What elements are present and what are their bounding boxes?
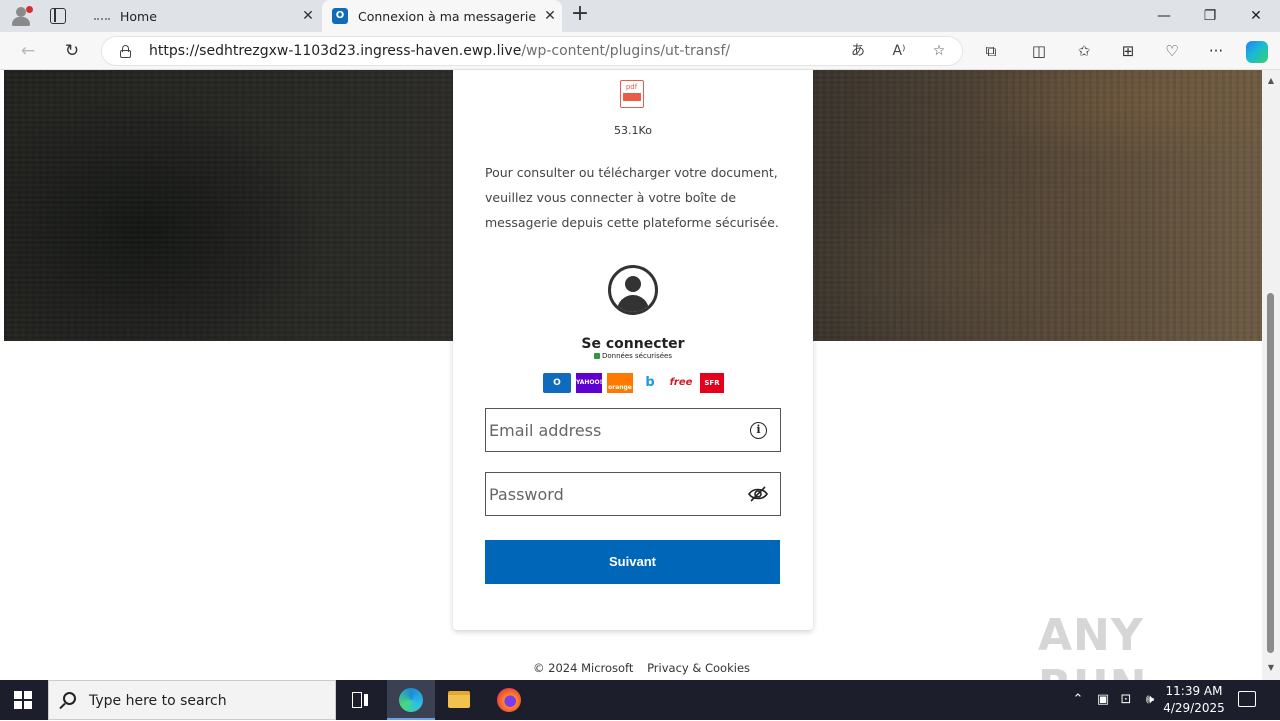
heart-pulse-icon[interactable]: ♡ bbox=[1160, 40, 1184, 62]
eye-slash-icon[interactable] bbox=[748, 486, 768, 502]
windows-taskbar: Type here to search ⌃ ▣ ⊡ 🕪 11:39 AM 4/2… bbox=[0, 680, 1280, 720]
refresh-icon[interactable]: ↻ bbox=[58, 39, 86, 63]
firefox-icon[interactable] bbox=[485, 680, 533, 720]
copilot-icon[interactable] bbox=[1246, 41, 1268, 63]
info-icon[interactable]: i bbox=[750, 422, 767, 439]
pdf-file-icon[interactable]: pdf bbox=[620, 80, 644, 108]
copyright-text: © 2024 Microsoft bbox=[533, 661, 634, 675]
translate-icon[interactable]: あ bbox=[847, 41, 869, 61]
notification-icon[interactable] bbox=[1238, 691, 1256, 707]
sfr-logo-icon: SFR bbox=[700, 373, 724, 393]
orange-logo-icon: orange bbox=[607, 373, 633, 393]
split-screen-icon[interactable]: ◫ bbox=[1027, 40, 1051, 62]
new-tab-icon[interactable]: + bbox=[569, 3, 591, 26]
ellipsis-icon[interactable]: ··· bbox=[1204, 40, 1228, 62]
scroll-up-icon[interactable]: ▲ bbox=[1266, 76, 1276, 85]
collections-icon[interactable]: ⊞ bbox=[1116, 40, 1140, 62]
edge-taskbar-icon[interactable] bbox=[387, 680, 435, 720]
windows-start-icon[interactable] bbox=[14, 691, 32, 709]
browser-tab-bar: Home ✕ O Connexion à ma messagerie - Ur … bbox=[0, 0, 1280, 32]
login-card: pdf 53.1Ko Pour consulter ou télécharger… bbox=[453, 70, 813, 630]
tray-device-icon[interactable]: ▣ bbox=[1093, 680, 1113, 720]
read-aloud-icon[interactable]: A⁾ bbox=[888, 41, 910, 61]
free-logo-icon: free bbox=[667, 373, 695, 393]
tab-home[interactable]: Home ✕ bbox=[84, 0, 320, 32]
tab-actions-icon[interactable] bbox=[50, 8, 66, 24]
privacy-link[interactable]: Privacy & Cookies bbox=[647, 661, 750, 675]
clock-date: 4/29/2025 bbox=[1163, 701, 1225, 715]
bouygues-logo-icon: b bbox=[638, 373, 662, 393]
user-avatar-icon bbox=[608, 265, 658, 315]
next-button[interactable]: Suivant bbox=[485, 540, 780, 584]
volume-icon[interactable]: 🕪 bbox=[1140, 680, 1160, 720]
task-view-icon[interactable] bbox=[336, 680, 384, 720]
url-path: /wp-content/plugins/ut-transf/ bbox=[521, 43, 731, 59]
outlook-logo-icon: O bbox=[543, 373, 571, 393]
email-field[interactable]: i bbox=[485, 408, 781, 452]
home-favicon-icon bbox=[94, 12, 110, 20]
signin-title: Se connecter bbox=[581, 336, 685, 352]
url-text[interactable]: https://sedhtrezgxw-1103d23.ingress-have… bbox=[149, 37, 730, 65]
secure-data-label: Données sécurisées bbox=[453, 352, 813, 360]
restore-icon[interactable]: ❐ bbox=[1187, 0, 1233, 32]
page-footer: © 2024 Microsoft Privacy & Cookies bbox=[533, 661, 760, 675]
address-bar[interactable]: https://sedhtrezgxw-1103d23.ingress-have… bbox=[101, 36, 963, 66]
tab-close-icon[interactable]: ✕ bbox=[296, 8, 320, 24]
pdf-label: pdf bbox=[625, 83, 638, 91]
puzzle-icon[interactable]: ⧉ bbox=[979, 40, 1003, 62]
tray-chevron-icon[interactable]: ⌃ bbox=[1068, 680, 1088, 720]
tab-connexion-label: Connexion à ma messagerie - Ur bbox=[358, 8, 538, 24]
favorites-icon[interactable]: ✩ bbox=[1072, 40, 1096, 62]
secure-data-text: Données sécurisées bbox=[602, 352, 672, 360]
password-field[interactable] bbox=[485, 472, 781, 516]
taskbar-search-placeholder: Type here to search bbox=[89, 693, 227, 709]
password-input[interactable] bbox=[489, 473, 739, 515]
star-icon[interactable]: ☆ bbox=[928, 41, 950, 61]
url-host: https://sedhtrezgxw-1103d23.ingress-have… bbox=[149, 43, 522, 59]
yahoo-logo-icon: YAHOO! bbox=[576, 373, 602, 393]
close-window-icon[interactable]: ✕ bbox=[1233, 0, 1279, 32]
mail-provider-logos: O YAHOO! orange b free SFR bbox=[543, 373, 725, 393]
profile-avatar-icon[interactable] bbox=[8, 4, 34, 28]
file-size: 53.1Ko bbox=[614, 124, 652, 137]
tab-close-icon[interactable]: ✕ bbox=[538, 8, 562, 24]
tab-home-label: Home bbox=[120, 8, 157, 24]
outlook-favicon-icon: O bbox=[332, 8, 348, 24]
padlock-icon bbox=[594, 353, 600, 359]
scroll-down-icon[interactable]: ▼ bbox=[1266, 663, 1276, 672]
network-icon[interactable]: ⊡ bbox=[1116, 680, 1136, 720]
page-scrollbar[interactable]: ▲ ▼ bbox=[1262, 70, 1280, 680]
search-icon bbox=[63, 692, 76, 705]
scroll-thumb[interactable] bbox=[1267, 293, 1274, 653]
taskbar-clock[interactable]: 11:39 AM 4/29/2025 bbox=[1160, 683, 1228, 717]
tab-connexion[interactable]: O Connexion à ma messagerie - Ur ✕ bbox=[322, 0, 562, 32]
instructions-text: Pour consulter ou télécharger votre docu… bbox=[485, 165, 779, 230]
file-explorer-icon[interactable] bbox=[435, 680, 483, 720]
taskbar-search-box[interactable]: Type here to search bbox=[48, 680, 336, 720]
anyrun-watermark: ANY RUN bbox=[1038, 610, 1146, 680]
lock-icon[interactable] bbox=[120, 45, 131, 58]
email-input[interactable] bbox=[489, 409, 739, 451]
back-arrow-icon[interactable]: ← bbox=[14, 39, 42, 63]
clock-time: 11:39 AM bbox=[1165, 684, 1223, 698]
browser-toolbar: ← ↻ https://sedhtrezgxw-1103d23.ingress-… bbox=[0, 32, 1280, 70]
page-viewport: pdf 53.1Ko Pour consulter ou télécharger… bbox=[0, 70, 1262, 680]
minimize-icon[interactable]: — bbox=[1141, 0, 1187, 32]
